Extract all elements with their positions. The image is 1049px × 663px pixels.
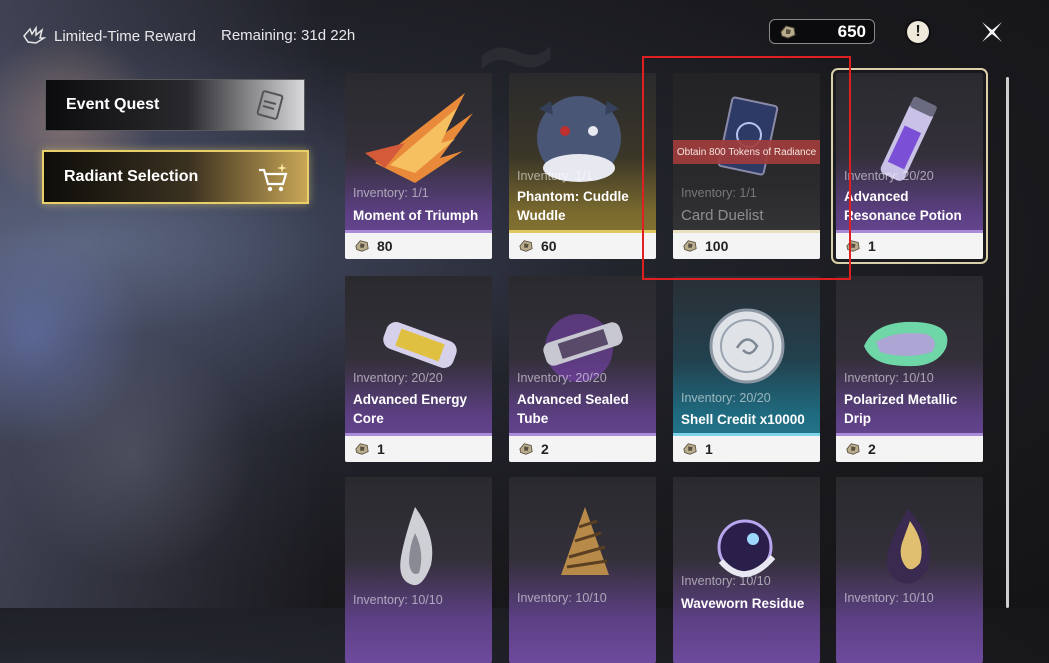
token-icon bbox=[355, 443, 369, 455]
price-tag: 1 bbox=[673, 436, 820, 462]
price-tag: 2 bbox=[836, 436, 983, 462]
inventory-count: Inventory: 10/10 bbox=[517, 591, 607, 605]
event-title: Limited-Time Reward bbox=[22, 26, 196, 46]
nav-event-quest-label: Event Quest bbox=[66, 96, 160, 113]
item-name: Shell Credit x10000 bbox=[681, 412, 805, 427]
nav-radiant-selection-label: Radiant Selection bbox=[64, 168, 199, 185]
price-tag: 1 bbox=[836, 233, 983, 259]
reward-card[interactable]: Inventory: 1/1 Moment of Triumph 80 bbox=[345, 73, 492, 259]
reward-card[interactable]: Inventory: 10/10 Waveworn Residue bbox=[673, 477, 820, 663]
inventory-count: Inventory: 1/1 bbox=[517, 169, 593, 183]
inventory-count: Inventory: 10/10 bbox=[681, 574, 771, 588]
reward-card[interactable]: Inventory: 1/1 Phantom: Cuddle Wuddle 60 bbox=[509, 73, 656, 259]
inventory-count: Inventory: 10/10 bbox=[353, 593, 443, 607]
price-tag: 2 bbox=[509, 436, 656, 462]
event-title-text: Limited-Time Reward bbox=[54, 27, 196, 45]
info-alert-icon[interactable]: ! bbox=[907, 21, 929, 43]
price-tag: 60 bbox=[509, 233, 656, 259]
item-name: Moment of Triumph bbox=[353, 208, 479, 223]
item-name: Polarized Metallic Drip bbox=[844, 392, 958, 426]
reward-card[interactable]: Inventory: 10/10 bbox=[509, 477, 656, 663]
quest-document-icon bbox=[256, 90, 284, 120]
token-icon bbox=[355, 240, 369, 252]
price-value: 1 bbox=[868, 238, 876, 254]
nav-event-quest-button[interactable]: Event Quest bbox=[45, 79, 305, 131]
price-value: 1 bbox=[377, 441, 385, 457]
spiral-drill-icon bbox=[561, 507, 609, 575]
inventory-count: Inventory: 20/20 bbox=[353, 371, 443, 385]
token-balance[interactable]: 650 bbox=[769, 19, 875, 44]
dark-flame-icon bbox=[886, 509, 930, 584]
token-icon bbox=[519, 443, 533, 455]
item-name: Advanced Energy Core bbox=[353, 392, 468, 426]
scrollbar[interactable] bbox=[1006, 77, 1009, 608]
price-value: 2 bbox=[541, 441, 549, 457]
item-name: Advanced Resonance Potion bbox=[844, 189, 962, 223]
shopping-cart-icon bbox=[259, 163, 288, 192]
token-icon bbox=[683, 443, 697, 455]
inventory-count: Inventory: 1/1 bbox=[353, 186, 429, 200]
price-value: 80 bbox=[377, 238, 393, 254]
inventory-count: Inventory: 20/20 bbox=[517, 371, 607, 385]
inventory-count: Inventory: 20/20 bbox=[681, 391, 771, 405]
inventory-count: Inventory: 10/10 bbox=[844, 591, 934, 605]
price-tag: 80 bbox=[345, 233, 492, 259]
token-icon bbox=[519, 240, 533, 252]
highlight-box bbox=[642, 56, 851, 280]
remaining-time: Remaining: 31d 22h bbox=[221, 27, 356, 44]
reward-card-selected[interactable]: Inventory: 20/20 Advanced Resonance Poti… bbox=[831, 68, 988, 264]
token-icon bbox=[780, 24, 796, 39]
price-tag: 1 bbox=[345, 436, 492, 462]
reward-card[interactable]: Inventory: 10/10 Polarized Metallic Drip… bbox=[836, 276, 983, 462]
reward-card[interactable]: Inventory: 10/10 bbox=[836, 477, 983, 663]
price-value: 1 bbox=[705, 441, 713, 457]
item-name: Advanced Sealed Tube bbox=[517, 392, 629, 426]
price-value: 2 bbox=[868, 441, 876, 457]
item-name: Waveworn Residue bbox=[681, 596, 805, 611]
price-value: 60 bbox=[541, 238, 557, 254]
reward-card[interactable]: Inventory: 20/20 Shell Credit x10000 1 bbox=[673, 276, 820, 462]
nav-radiant-selection-button[interactable]: Radiant Selection bbox=[42, 150, 309, 204]
inventory-count: Inventory: 20/20 bbox=[844, 169, 934, 183]
close-icon[interactable] bbox=[978, 18, 1006, 46]
inventory-count: Inventory: 10/10 bbox=[844, 371, 934, 385]
token-icon bbox=[846, 443, 860, 455]
reward-card[interactable]: Inventory: 10/10 bbox=[345, 477, 492, 663]
item-name: Phantom: Cuddle Wuddle bbox=[517, 189, 629, 223]
token-amount: 650 bbox=[837, 21, 866, 41]
wing-emblem-icon bbox=[23, 26, 46, 44]
silver-flame-icon bbox=[400, 507, 433, 586]
reward-card[interactable]: Inventory: 20/20 Advanced Energy Core 1 bbox=[345, 276, 492, 462]
reward-card[interactable]: Inventory: 20/20 Advanced Sealed Tube 2 bbox=[509, 276, 656, 462]
